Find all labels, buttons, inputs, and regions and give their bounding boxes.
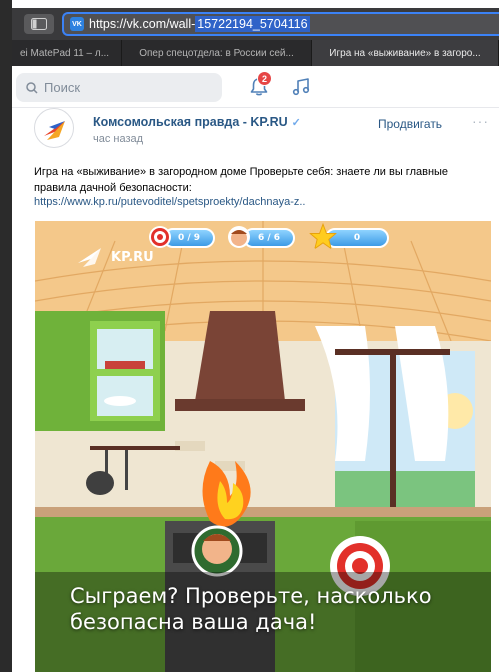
person-icon	[228, 226, 250, 248]
hud-people-value: 6 / 6	[257, 233, 281, 243]
url-text: https://vk.com/wall- 15722194_5704116	[89, 16, 310, 32]
wall-post: Комсомольская правда - KP.RU ✓ час назад…	[20, 108, 499, 672]
tab-strip: ei MatePad 11 – л... Опер спецотдела: в …	[12, 40, 499, 66]
kp-bird-icon	[78, 248, 101, 267]
promote-button[interactable]: Продвигать	[378, 117, 442, 131]
vk-favicon-icon: VK	[70, 17, 84, 31]
kp-logo-text: KP.RU	[111, 249, 154, 265]
window-edge	[0, 0, 12, 672]
tab-label: Игра на «выживание» в загоро...	[329, 47, 481, 59]
search-icon	[26, 81, 38, 94]
hud-targets-value: 0 / 9	[177, 233, 201, 243]
notifications-badge: 2	[257, 71, 272, 86]
star-icon	[309, 223, 337, 250]
post-text: Игра на «выживание» в загородном доме Пр…	[34, 166, 449, 194]
address-bar[interactable]: VK https://vk.com/wall- 15722194_5704116	[62, 12, 499, 36]
tab-label: ei MatePad 11 – л...	[20, 47, 110, 59]
search-input[interactable]: Поиск	[16, 73, 222, 102]
avatar[interactable]	[34, 108, 74, 148]
kp-bird-logo-icon	[44, 121, 65, 140]
caption-line-1: Сыграем? Проверьте, насколько	[70, 584, 432, 608]
verified-icon: ✓	[291, 116, 301, 129]
tab-label: Опер спецотдела: в России сей...	[139, 47, 294, 59]
browser-toolbar: VK https://vk.com/wall- 15722194_5704116	[12, 8, 499, 40]
tab-matepad[interactable]: ei MatePad 11 – л...	[12, 40, 122, 66]
search-placeholder: Поиск	[44, 80, 81, 95]
tab-game-active[interactable]: Игра на «выживание» в загоро...	[312, 40, 499, 66]
author-name: Комсомольская правда - KP.RU	[93, 115, 288, 129]
sidebar-toggle-button[interactable]	[24, 14, 54, 34]
screenshot-frame: VK https://vk.com/wall- 15722194_5704116 …	[0, 0, 499, 672]
post-image[interactable]: 0 / 9 6 / 6 0 KP.RU Сыграем? Проверьте, …	[35, 221, 491, 672]
tab-spetsotdel[interactable]: Опер спецотдела: в России сей...	[122, 40, 312, 66]
post-time[interactable]: час назад	[93, 133, 143, 145]
hud-stars-value: 0	[353, 233, 361, 243]
kp-logo: KP.RU	[77, 246, 154, 268]
post-author[interactable]: Комсомольская правда - KP.RU ✓	[93, 115, 301, 129]
url-prefix: https://vk.com/wall-	[89, 17, 196, 31]
url-selection: 15722194_5704116	[195, 16, 310, 32]
post-link[interactable]: https://www.kp.ru/putevoditel/spetsproek…	[34, 196, 305, 208]
sidebar-icon	[31, 18, 47, 30]
more-options-icon[interactable]: ···	[472, 113, 489, 129]
vk-header: Поиск 2	[12, 66, 499, 108]
image-caption: Сыграем? Проверьте, насколько безопасна …	[70, 583, 470, 635]
music-icon[interactable]	[290, 76, 312, 98]
caption-line-2: безопасна ваша дача!	[70, 610, 317, 634]
